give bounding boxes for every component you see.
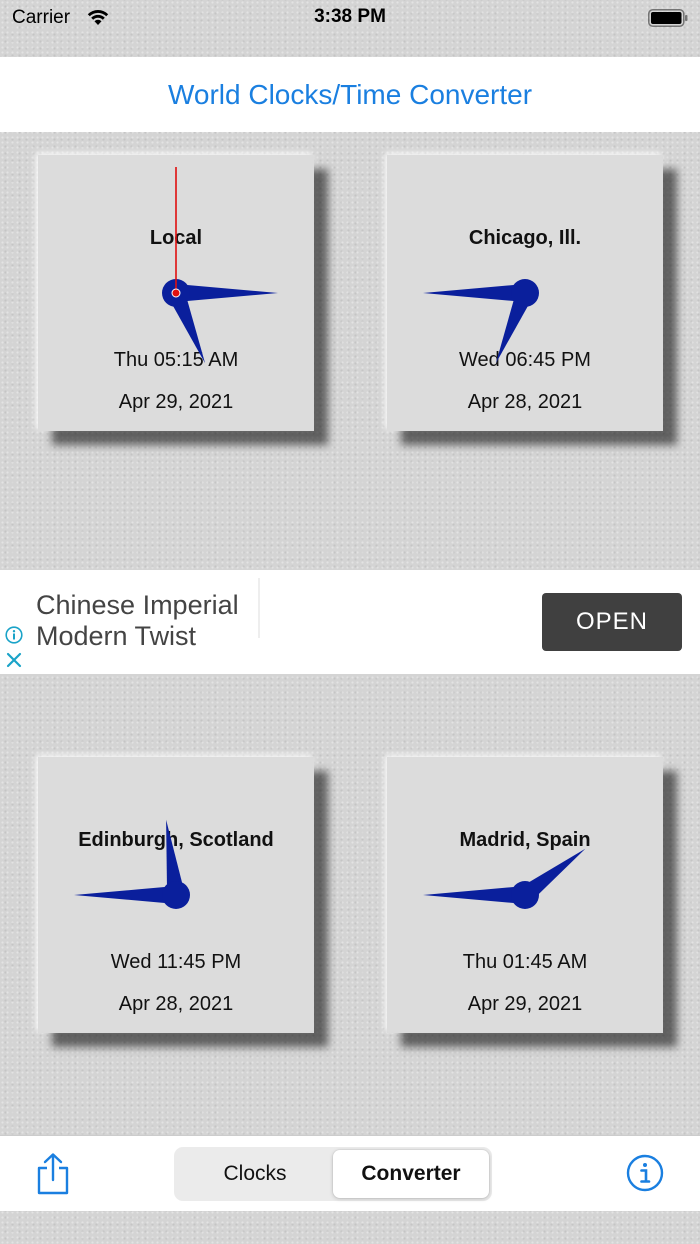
clock-card-madrid[interactable]: Madrid, Spain Thu 01:45 AM Apr 29, 2021 — [387, 757, 663, 1033]
ad-info-icon[interactable] — [5, 626, 23, 644]
second-hand-hub — [171, 288, 181, 298]
analog-clock-face — [162, 167, 278, 364]
analog-clock-face — [74, 819, 190, 909]
minute-hand — [423, 886, 525, 904]
minute-hand — [176, 284, 278, 302]
bottom-toolbar: Clocks Converter — [0, 1135, 700, 1211]
ad-headline-line1: Chinese Imperial — [36, 590, 239, 620]
segment-converter[interactable]: Converter — [333, 1150, 489, 1198]
segment-clocks[interactable]: Clocks — [177, 1150, 333, 1198]
title-bar: World Clocks/Time Converter — [0, 57, 700, 132]
analog-clock-face — [423, 848, 586, 909]
clock-hub — [511, 279, 539, 307]
ad-open-button[interactable]: OPEN — [542, 593, 682, 651]
share-icon[interactable] — [34, 1152, 72, 1196]
ad-divider — [258, 578, 260, 638]
clock-hub — [162, 881, 190, 909]
info-icon[interactable] — [626, 1154, 664, 1192]
clock-card-local[interactable]: Local Thu 05:15 AM Apr 29, 2021 — [38, 155, 314, 431]
minute-hand — [74, 886, 176, 904]
status-time: 3:38 PM — [314, 6, 386, 27]
status-bar: Carrier 3:38 PM — [0, 0, 700, 56]
page-title: World Clocks/Time Converter — [167, 78, 533, 110]
clock-hub — [511, 881, 539, 909]
ad-banner[interactable]: Chinese Imperial Modern Twist OPEN — [0, 570, 700, 674]
battery-icon — [648, 9, 688, 27]
minute-hand — [423, 284, 525, 302]
ad-close-icon[interactable] — [6, 652, 22, 668]
ad-text: Chinese Imperial Modern Twist — [36, 590, 239, 652]
ad-headline-line2: Modern Twist — [36, 621, 197, 651]
view-segmented-control: Clocks Converter — [174, 1147, 492, 1201]
analog-clock-face — [423, 279, 539, 364]
clock-card-edinburgh[interactable]: Edinburgh, Scotland Wed 11:45 PM Apr 28,… — [38, 757, 314, 1033]
clock-card-chicago[interactable]: Chicago, Ill. Wed 06:45 PM Apr 28, 2021 — [387, 155, 663, 431]
